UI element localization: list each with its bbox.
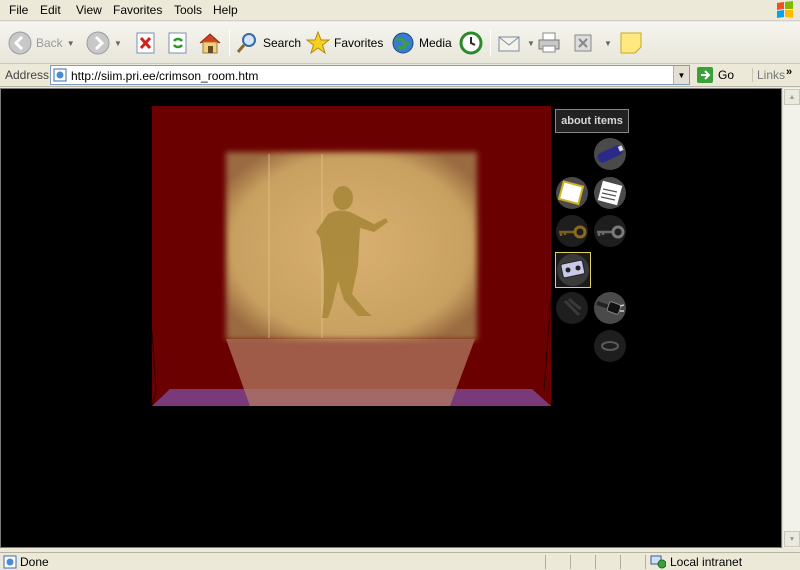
address-bar: Address http://siim.pri.ee/crimson_room.… xyxy=(0,64,800,87)
page-content: about items xyxy=(0,88,782,548)
status-text: Done xyxy=(20,555,49,569)
printer-icon xyxy=(538,32,560,53)
back-arrow-icon xyxy=(8,31,32,55)
video-tape-item-icon[interactable] xyxy=(556,253,590,287)
mail-icon xyxy=(498,36,520,52)
gold-key-item-icon[interactable] xyxy=(555,214,589,248)
back-button[interactable]: Back ▼ xyxy=(8,28,75,58)
mail-dropdown-icon[interactable]: ▼ xyxy=(527,39,535,48)
search-button[interactable]: Search xyxy=(235,28,301,58)
print-button[interactable] xyxy=(536,28,562,58)
toolbar: Back ▼ ▼ Search Favorites Media ▼ ▼ xyxy=(0,22,800,64)
windows-logo-icon xyxy=(777,1,793,18)
links-button[interactable]: Links xyxy=(752,68,785,82)
star-icon xyxy=(306,31,330,55)
home-icon xyxy=(199,33,221,54)
edit-button[interactable]: ▼ xyxy=(572,28,612,58)
refresh-icon xyxy=(168,32,187,54)
security-zone: Local intranet xyxy=(650,555,742,569)
media-button[interactable]: Media xyxy=(391,28,452,58)
battery-item-icon[interactable] xyxy=(593,137,627,171)
home-button[interactable] xyxy=(197,28,223,58)
links-chevron-icon[interactable]: » xyxy=(786,66,792,78)
ring-item-icon[interactable] xyxy=(593,329,627,363)
address-dropdown-icon[interactable]: ▼ xyxy=(673,66,689,84)
back-dropdown-icon[interactable]: ▼ xyxy=(67,39,75,48)
go-arrow-icon xyxy=(697,67,713,83)
note-paper-item-icon[interactable] xyxy=(555,176,589,210)
edit-page-icon xyxy=(574,34,592,52)
go-button[interactable]: Go xyxy=(696,66,734,84)
forward-arrow-icon xyxy=(86,31,110,55)
media-globe-icon xyxy=(392,32,414,54)
about-items-button[interactable]: about items xyxy=(555,109,629,133)
page-icon xyxy=(53,68,67,82)
address-input[interactable]: http://siim.pri.ee/crimson_room.htm ▼ xyxy=(50,65,690,85)
stop-icon xyxy=(136,32,155,54)
history-button[interactable] xyxy=(458,28,484,58)
crimson-room-scene[interactable] xyxy=(152,106,551,406)
history-clock-icon xyxy=(459,31,483,55)
forward-dropdown-icon[interactable]: ▼ xyxy=(114,39,122,48)
menu-file[interactable]: File xyxy=(9,3,28,17)
refresh-button[interactable] xyxy=(166,28,190,58)
menu-favorites[interactable]: Favorites xyxy=(113,3,162,17)
vertical-scrollbar[interactable]: ▲ ▼ xyxy=(782,88,800,548)
menu-help[interactable]: Help xyxy=(213,3,238,17)
menu-bar: File Edit View Favorites Tools Help xyxy=(0,0,800,21)
note-icon xyxy=(620,32,642,54)
search-icon xyxy=(236,33,256,53)
page-status-icon xyxy=(3,555,17,569)
address-url: http://siim.pri.ee/crimson_room.htm xyxy=(71,69,259,83)
menu-tools[interactable]: Tools xyxy=(174,3,202,17)
forward-button[interactable]: ▼ xyxy=(86,28,122,58)
edit-dropdown-icon[interactable]: ▼ xyxy=(604,39,612,48)
messenger-button[interactable] xyxy=(619,28,643,58)
intranet-icon xyxy=(650,555,666,569)
address-label: Address xyxy=(5,68,50,82)
favorites-button[interactable]: Favorites xyxy=(306,28,383,58)
status-bar: Done Local intranet xyxy=(0,552,800,570)
mail-button[interactable]: ▼ xyxy=(497,28,535,58)
menu-view[interactable]: View xyxy=(76,3,102,17)
silver-key-item-icon[interactable] xyxy=(593,214,627,248)
scroll-down-icon[interactable]: ▼ xyxy=(784,531,800,547)
power-plug-item-icon[interactable] xyxy=(593,291,627,325)
scroll-up-icon[interactable]: ▲ xyxy=(784,89,800,105)
dark-item-icon[interactable] xyxy=(555,291,589,325)
menu-edit[interactable]: Edit xyxy=(40,3,61,17)
stop-button[interactable] xyxy=(134,28,158,58)
projector-beam xyxy=(226,339,475,406)
memo-item-icon[interactable] xyxy=(593,176,627,210)
